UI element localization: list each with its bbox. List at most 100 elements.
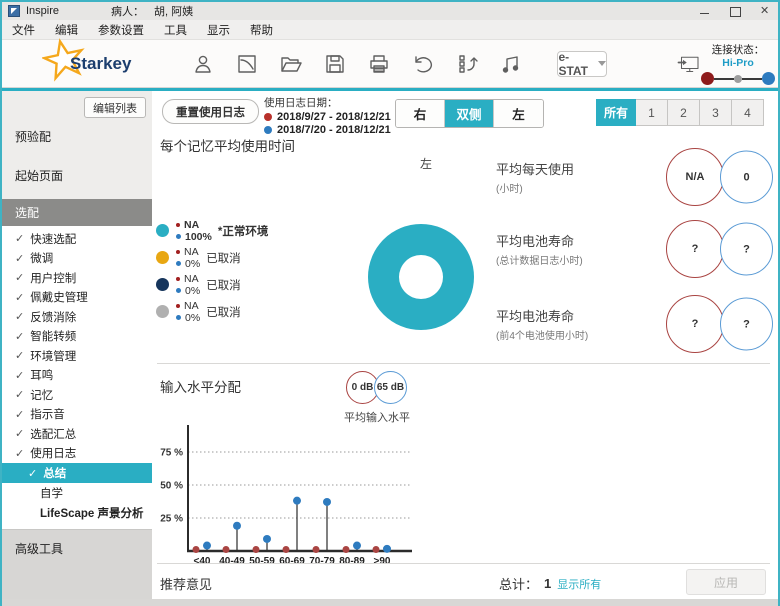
print-icon[interactable] (367, 52, 391, 76)
right-value-circle: N/A (666, 148, 724, 206)
donut-side-label: 左 (404, 155, 448, 172)
side-right-button[interactable]: 右 (396, 100, 445, 127)
estat-dropdown[interactable]: e-STAT (557, 51, 607, 77)
memory-tab-4[interactable]: 4 (732, 99, 764, 126)
sidebar-item-data-log[interactable]: 使用日志 (2, 444, 152, 464)
left-date-bullet (264, 126, 272, 134)
stat-battery-last4: 平均电池寿命 (前4个电池使用小时) ? ? (492, 286, 778, 362)
left-value-circle: 0 (720, 151, 773, 204)
sidebar-item-start-page[interactable]: 起始页面 (2, 160, 152, 191)
right-date-bullet (264, 113, 272, 121)
left-mini-dot (176, 261, 181, 266)
programmer-dot (734, 75, 742, 83)
side-both-button[interactable]: 双侧 (445, 100, 494, 127)
show-all-link[interactable]: 显示所有 (557, 576, 601, 592)
sidebar-item-user-control[interactable]: 用户控制 (2, 268, 152, 288)
left-value-circle: ? (720, 298, 773, 351)
legend-item-normal: NA 100% *正常环境 (156, 217, 268, 244)
legend-item-cancelled-2: NA 0% 已取消 (156, 271, 268, 298)
app-icon (8, 5, 20, 17)
svg-text:70-79: 70-79 (309, 556, 335, 567)
window-bottom-edge (2, 599, 778, 606)
sidebar-section-advanced-tools[interactable]: 高级工具 (2, 530, 152, 567)
memory-tab-all[interactable]: 所有 (596, 99, 636, 126)
input-section-title: 输入水平分配 (160, 376, 241, 396)
open-icon[interactable] (279, 52, 303, 76)
memory-tab-2[interactable]: 2 (668, 99, 700, 126)
edit-list-button[interactable]: 编辑列表 (84, 97, 146, 118)
menu-tools[interactable]: 工具 (154, 20, 197, 39)
right-value-circle: ? (666, 220, 724, 278)
memory-color-dot (156, 278, 169, 291)
sidebar-item-fitting-summary[interactable]: 选配汇总 (2, 424, 152, 444)
sidebar-item-environment-manager[interactable]: 环境管理 (2, 346, 152, 366)
memory-color-dot (156, 305, 169, 318)
svg-text:50 %: 50 % (160, 481, 183, 492)
datalog-dates: 使用日志日期： 2018/9/27 - 2018/12/21 2018/7/20… (264, 95, 391, 136)
right-value-circle: ? (666, 295, 724, 353)
memory-section-title: 每个记忆平均使用时间 (160, 135, 295, 155)
connection-status: 连接状态： Hi-Pro (701, 42, 775, 85)
starkey-logo: Starkey (42, 54, 131, 74)
menu-help[interactable]: 帮助 (240, 20, 283, 39)
sidebar-item-frequency-lowering[interactable]: 智能转频 (2, 327, 152, 347)
sidebar-item-feedback-cancel[interactable]: 反馈消除 (2, 307, 152, 327)
left-device-dot (762, 72, 775, 85)
minimize-button[interactable] (698, 5, 712, 17)
right-mini-dot (176, 250, 180, 254)
sidebar-item-prefit[interactable]: 预验配 (2, 121, 152, 152)
sidebar-item-experience-manager[interactable]: 佩戴史管理 (2, 288, 152, 308)
transfer-icon[interactable] (677, 52, 701, 76)
left-avg-input-circle: 65 dB (374, 371, 407, 404)
memory-usage-donut-chart (368, 224, 474, 330)
memory-tabs: 所有 1 2 3 4 (596, 99, 764, 126)
menu-view[interactable]: 显示 (197, 20, 240, 39)
svg-text:50-59: 50-59 (249, 556, 275, 567)
connection-indicator (701, 72, 775, 85)
sidebar-item-fine-tune[interactable]: 微调 (2, 249, 152, 269)
memory-legend: NA 100% *正常环境 NA 0% 已取消 NA (156, 217, 268, 325)
left-mini-dot (176, 315, 181, 320)
sidebar-item-indicators[interactable]: 指示音 (2, 405, 152, 425)
chevron-down-icon (598, 61, 606, 66)
sidebar-item-lifescape[interactable]: LifeScape 声景分析 (2, 503, 152, 523)
left-value-circle: ? (720, 223, 773, 276)
side-left-button[interactable]: 左 (494, 100, 543, 127)
recommendations-title: 推荐意见 (160, 574, 212, 593)
svg-text:25 %: 25 % (160, 514, 183, 525)
sidebar-item-quick-fit[interactable]: 快速选配 (2, 229, 152, 249)
menu-preferences[interactable]: 参数设置 (88, 20, 154, 39)
undo-icon[interactable] (411, 52, 435, 76)
save-icon[interactable] (323, 52, 347, 76)
sidebar-item-self-learning[interactable]: 自学 (2, 483, 152, 503)
sidebar-item-memory[interactable]: 记忆 (2, 385, 152, 405)
memory-tab-1[interactable]: 1 (636, 99, 668, 126)
close-button[interactable] (758, 5, 772, 17)
footer-divider (157, 563, 770, 564)
menu-edit[interactable]: 编辑 (45, 20, 88, 39)
reset-datalog-button[interactable]: 重置使用日志 (162, 99, 259, 124)
datalog-icon[interactable] (455, 52, 479, 76)
app-title: Inspire (26, 5, 59, 17)
patient-icon[interactable] (191, 52, 215, 76)
connection-device: Hi-Pro (701, 57, 775, 69)
toolbar: Starkey (2, 40, 778, 88)
left-mini-dot (176, 234, 181, 239)
media-icon[interactable] (499, 52, 523, 76)
sidebar-section-configure[interactable]: 选配 (2, 199, 152, 226)
stat-daily-use: 平均每天使用 (小时) N/A 0 (492, 139, 778, 215)
sidebar-item-summary-selected[interactable]: 总结 (2, 463, 152, 483)
menu-file[interactable]: 文件 (2, 20, 45, 39)
apply-button[interactable]: 应用 (686, 569, 766, 595)
svg-text:80-89: 80-89 (339, 556, 365, 567)
audiogram-icon[interactable] (235, 52, 259, 76)
right-mini-dot (176, 277, 180, 281)
maximize-button[interactable] (728, 5, 742, 17)
right-mini-dot (176, 223, 180, 227)
memory-tab-3[interactable]: 3 (700, 99, 732, 126)
section-divider (157, 363, 770, 364)
patient-name: 胡, 阿姨 (154, 6, 193, 18)
recommendations-total: 总计： 1 显示所有 (499, 574, 601, 593)
sidebar-item-tinnitus[interactable]: 耳鸣 (2, 366, 152, 386)
sidebar: 编辑列表 预验配 起始页面 选配 快速选配 微调 用户控制 佩戴史管理 反馈消除… (2, 91, 152, 599)
